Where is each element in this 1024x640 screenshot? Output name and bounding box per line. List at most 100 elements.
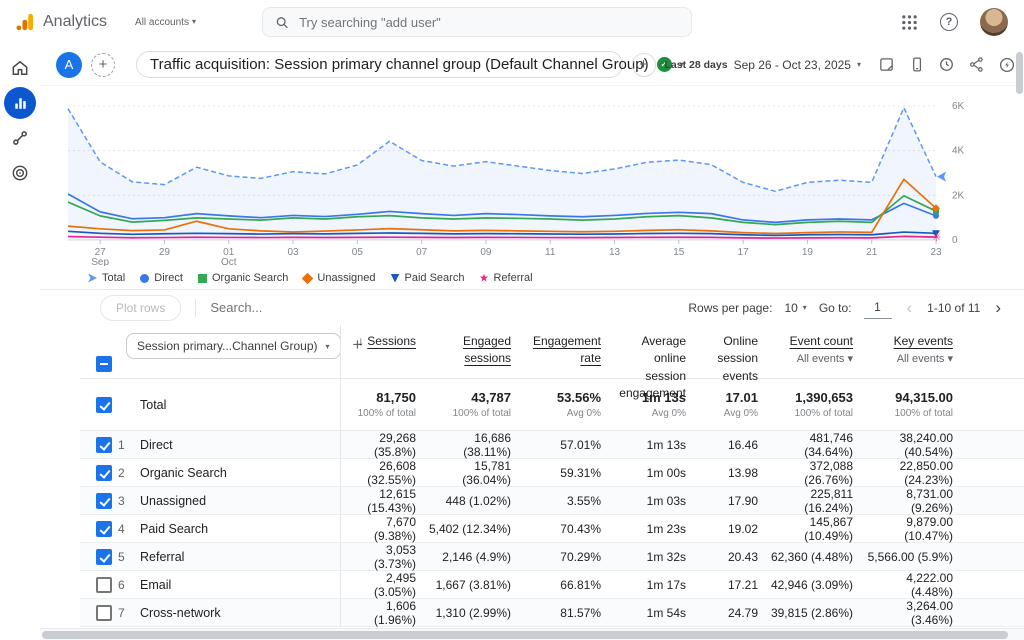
table-total-row: Total81,750100% of total43,787100% of to… [80, 379, 1024, 431]
total-value: 53.56% [557, 390, 601, 405]
date-range-picker[interactable]: Last 28 days Sep 26 - Oct 23, 2025 ▾ [665, 58, 861, 72]
svg-text:19: 19 [802, 247, 814, 258]
row-select-cell [80, 459, 112, 487]
select-all-checkbox[interactable] [96, 356, 112, 372]
rows-per-page-select[interactable]: 10 ▾ [784, 301, 806, 315]
clock-icon[interactable] [938, 56, 955, 73]
row-number: 7 [112, 599, 140, 627]
total-select-cell [80, 379, 112, 430]
global-search[interactable] [262, 7, 692, 37]
table-controls: Plot rows Rows per page: 10 ▾ Go to: 1 ‹… [40, 289, 1024, 325]
svg-text:15: 15 [673, 247, 685, 258]
metric-value: 372,088 (26.76%) [768, 459, 863, 487]
total-metric-value: 43,787100% of total [426, 379, 521, 430]
legend-item[interactable]: Organic Search [198, 272, 288, 284]
total-value: 1m 13s [642, 390, 686, 405]
metric-value: 3,053 (3.73%) [340, 543, 426, 571]
legend-label: Direct [154, 272, 183, 284]
analytics-logo[interactable]: Analytics [14, 11, 107, 33]
legend-item[interactable]: Unassigned [303, 272, 375, 284]
row-checkbox[interactable] [96, 437, 112, 453]
row-checkbox[interactable] [96, 577, 112, 593]
add-report-button[interactable]: + [632, 53, 656, 77]
svg-text:05: 05 [352, 247, 364, 258]
total-metric-value: 17.01Avg 0% [696, 379, 768, 430]
row-checkbox[interactable] [96, 521, 112, 537]
share-icon[interactable] [968, 56, 985, 73]
metric-value: 4,222.00 (4.48%) [863, 571, 963, 599]
total-metric-value: 94,315.00100% of total [863, 379, 963, 430]
add-comparison-button[interactable]: + [91, 53, 115, 77]
sidebar-item-home[interactable] [4, 52, 36, 84]
metric-value: 1m 03s [611, 487, 696, 515]
go-to-page-value: 1 [874, 300, 881, 314]
previous-page-icon[interactable]: ‹ [904, 299, 916, 316]
report-title-pill[interactable]: Traffic acquisition: Session primary cha… [136, 51, 623, 78]
apps-grid-icon[interactable] [901, 14, 918, 31]
legend-item[interactable]: Total [88, 272, 125, 284]
dimension-selector-value: Session primary...Channel Group) [137, 339, 318, 353]
controls-divider [195, 299, 196, 317]
table-row: 2Organic Search26,608 (32.55%)15,781 (36… [80, 459, 1024, 487]
vertical-scrollbar[interactable] [1016, 52, 1023, 94]
go-to-page-input[interactable]: 1 [864, 296, 892, 319]
metric-value: 70.29% [521, 543, 611, 571]
plot-rows-button[interactable]: Plot rows [100, 295, 181, 321]
total-checkbox[interactable] [96, 397, 112, 413]
column-label: ↓ Sessions [358, 333, 416, 350]
account-switcher[interactable]: All accounts ▾ [135, 17, 196, 28]
table-row: 5Referral3,053 (3.73%)2,146 (4.9%)70.29%… [80, 543, 1024, 571]
column-label: Engagement rate [521, 333, 601, 368]
dimension-chevron-down-icon: ▾ [326, 342, 330, 351]
svg-text:Sep: Sep [91, 257, 109, 266]
total-subvalue: 100% of total [453, 408, 511, 419]
svg-text:11: 11 [545, 247, 556, 258]
row-checkbox[interactable] [96, 549, 112, 565]
comparison-avatar[interactable]: A [56, 52, 82, 78]
chevron-down-icon: ▾ [192, 17, 196, 26]
column-event-filter[interactable]: All events ▾ [797, 352, 853, 368]
legend-label: Unassigned [317, 272, 375, 284]
page-title: Traffic acquisition: Session primary cha… [150, 56, 649, 73]
go-to-label: Go to: [819, 301, 852, 315]
column-event-filter[interactable]: All events ▾ [897, 352, 953, 368]
metric-value: 24.79 [696, 599, 768, 627]
row-checkbox[interactable] [96, 493, 112, 509]
dimension-selector[interactable]: Session primary...Channel Group) ▾ [126, 333, 341, 359]
legend-item[interactable]: Direct [140, 272, 183, 284]
user-avatar[interactable] [980, 8, 1008, 36]
total-subvalue: 100% of total [895, 408, 953, 419]
chart-legend: Total Direct Organic Search Unassigned Paid … [64, 269, 1006, 287]
circle-marker-icon [140, 274, 149, 283]
analytics-logo-icon [14, 11, 36, 33]
metric-value: 39,815 (2.86%) [768, 599, 863, 627]
sidebar-item-reports[interactable] [4, 87, 36, 119]
row-select-cell [80, 571, 112, 599]
sidebar-item-advertising[interactable] [4, 157, 36, 189]
legend-item[interactable]: Paid Search [391, 272, 465, 284]
total-number-cell [112, 379, 140, 430]
next-page-icon[interactable]: › [992, 299, 1004, 316]
table-search-input[interactable] [210, 300, 350, 315]
global-search-input[interactable] [299, 15, 679, 30]
row-checkbox[interactable] [96, 605, 112, 621]
note-icon[interactable] [878, 56, 895, 73]
svg-text:✳: ✳ [932, 232, 941, 244]
row-checkbox[interactable] [96, 465, 112, 481]
table-search[interactable] [210, 300, 350, 315]
sidebar-item-explore[interactable] [4, 122, 36, 154]
devices-icon[interactable] [908, 56, 925, 73]
brand-title: Analytics [43, 13, 107, 31]
row-number: 3 [112, 487, 140, 515]
rows-per-page-label: Rows per page: [688, 301, 772, 315]
pointer-marker-icon [88, 274, 97, 283]
insights-icon[interactable] [998, 56, 1016, 74]
channel-name: Unassigned [140, 487, 340, 515]
legend-item[interactable]: Referral [479, 272, 532, 284]
bar-chart-icon [12, 95, 29, 112]
horizontal-scrollbar[interactable] [42, 631, 1008, 639]
total-value: 17.01 [725, 390, 758, 405]
help-icon[interactable]: ? [940, 13, 958, 31]
metric-value: 17.21 [696, 571, 768, 599]
table-rows: 1Direct29,268 (35.8%)16,686 (38.11%)57.0… [80, 431, 1024, 627]
